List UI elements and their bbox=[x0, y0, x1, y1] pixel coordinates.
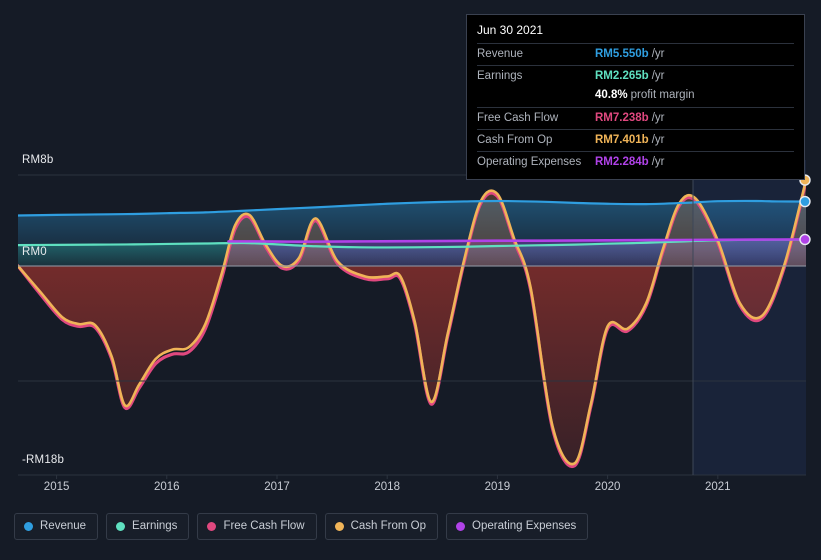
legend-color-dot-icon bbox=[456, 522, 466, 531]
legend-item-operating-expenses[interactable]: Operating Expenses bbox=[446, 513, 589, 540]
tooltip-row-value: RM5.550b bbox=[595, 48, 649, 60]
y-axis-label-zero: RM0 bbox=[22, 246, 47, 258]
tooltip-row-label: Cash From Op bbox=[477, 134, 553, 146]
tooltip-row-label: Earnings bbox=[477, 70, 523, 82]
x-axis-tick-2019: 2019 bbox=[484, 481, 511, 493]
tooltip-date: Jun 30 2021 bbox=[477, 23, 544, 37]
tooltip-row-revenue: Revenue RM5.550b/yr bbox=[477, 43, 794, 65]
tooltip-row-label: Operating Expenses bbox=[477, 156, 582, 168]
tooltip-row-cash-from-op: Cash From Op RM7.401b/yr bbox=[477, 129, 794, 151]
tooltip-row-unit: /yr bbox=[651, 112, 665, 124]
legend-item-label: Cash From Op bbox=[350, 520, 427, 532]
tooltip-row-value-wrap: RM7.238b/yr bbox=[595, 111, 794, 126]
endpoint-marker-revenue bbox=[799, 195, 811, 208]
y-axis-label-top: RM8b bbox=[22, 154, 54, 166]
legend-item-label: Operating Expenses bbox=[472, 520, 577, 532]
tooltip-row-unit: /yr bbox=[651, 48, 665, 60]
tooltip-row-operating-expenses: Operating Expenses RM2.284b/yr bbox=[477, 151, 794, 173]
x-axis-tick-2017: 2017 bbox=[264, 481, 290, 493]
x-axis-tick-2021: 2021 bbox=[705, 481, 731, 493]
legend-item-label: Revenue bbox=[40, 520, 87, 532]
chart-layers bbox=[18, 160, 806, 475]
tooltip-row-earnings: Earnings RM2.265b/yr bbox=[477, 65, 794, 87]
legend-color-dot-icon bbox=[116, 522, 126, 531]
legend-item-revenue[interactable]: Revenue bbox=[14, 513, 99, 540]
legend-color-dot-icon bbox=[24, 522, 33, 531]
tooltip-row-value-wrap: RM2.265b/yr bbox=[595, 69, 794, 84]
chart-legend[interactable]: Revenue Earnings Free Cash Flow Cash From O… bbox=[14, 513, 589, 540]
x-axis-tick-2020: 2020 bbox=[594, 481, 621, 493]
tooltip-profit-margin-value: 40.8% bbox=[595, 89, 628, 101]
x-axis-tick-2015: 2015 bbox=[43, 481, 70, 493]
tooltip-row-value: RM2.284b bbox=[595, 156, 649, 168]
endpoint-marker-operating-expenses bbox=[799, 233, 811, 246]
tooltip-row-unit: /yr bbox=[651, 70, 665, 82]
tooltip-row-value: RM7.401b bbox=[595, 134, 649, 146]
chart-tooltip: Jun 30 2021 Revenue RM5.550b/yr Earnings RM… bbox=[466, 14, 805, 180]
tooltip-row-unit: /yr bbox=[651, 134, 665, 146]
tooltip-row-label: Revenue bbox=[477, 48, 524, 60]
tooltip-rows: Revenue RM5.550b/yr Earnings RM2.265b/yr 40.… bbox=[477, 43, 794, 173]
tooltip-row-value: RM2.265b bbox=[595, 70, 649, 82]
x-axis-tick-2018: 2018 bbox=[374, 481, 400, 493]
tooltip-row-unit: /yr bbox=[651, 156, 665, 168]
legend-item-free-cash-flow[interactable]: Free Cash Flow bbox=[197, 513, 317, 540]
legend-color-dot-icon bbox=[207, 522, 217, 531]
tooltip-profit-margin-label: profit margin bbox=[630, 89, 695, 101]
x-axis-tick-2016: 2016 bbox=[154, 481, 180, 493]
tooltip-row-label: Free Cash Flow bbox=[477, 112, 559, 124]
legend-item-earnings[interactable]: Earnings bbox=[106, 513, 190, 540]
tooltip-row-value-wrap: RM2.284b/yr bbox=[595, 155, 794, 170]
tooltip-row-free-cash-flow: Free Cash Flow RM7.238b/yr bbox=[477, 107, 794, 129]
legend-color-dot-icon bbox=[334, 522, 344, 531]
y-axis-label-bottom: -RM18b bbox=[22, 454, 65, 466]
financial-chart: RM8b RM0 -RM18b 2015 2016 2017 2018 2019 2020… bbox=[0, 0, 821, 560]
tooltip-row-value-wrap: RM5.550b/yr bbox=[595, 47, 794, 62]
tooltip-profit-margin-row: 40.8% profit margin bbox=[477, 87, 794, 107]
tooltip-row-value-wrap: RM7.401b/yr bbox=[595, 133, 794, 148]
legend-item-label: Free Cash Flow bbox=[223, 520, 305, 532]
tooltip-row-value: RM7.238b bbox=[595, 112, 649, 124]
legend-item-cash-from-op[interactable]: Cash From Op bbox=[324, 513, 439, 540]
legend-item-label: Earnings bbox=[132, 520, 178, 532]
